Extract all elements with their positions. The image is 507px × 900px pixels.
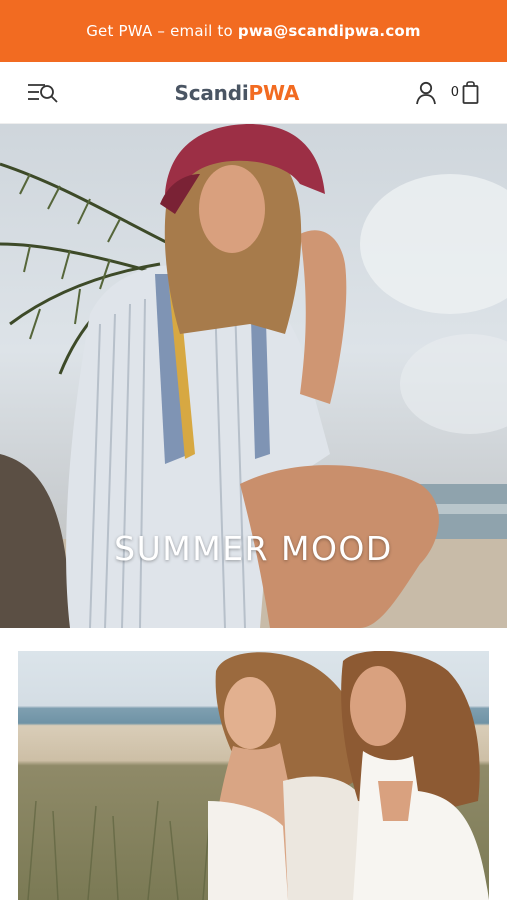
promo-card-image [27,651,489,900]
logo-accent: PWA [248,80,300,105]
cart-icon [462,80,479,105]
menu-search-icon[interactable] [27,82,59,104]
brand-logo[interactable]: ScandiPWA [175,81,300,105]
promo-banner[interactable]: Get PWA – email to pwa@scandipwa.com [0,0,507,62]
cart-count: 0 [450,85,459,100]
promo-email[interactable]: pwa@scandipwa.com [238,22,421,40]
cart-button[interactable]: 0 [450,80,479,105]
header-actions: 0 [415,80,479,105]
hero-banner[interactable]: SUMMER MOOD [0,124,507,628]
account-icon[interactable] [415,81,437,105]
hero-title: SUMMER MOOD [114,529,393,568]
site-header: ScandiPWA 0 [0,62,507,124]
promo-text: Get PWA – email to [86,22,233,40]
logo-main: Scandi [174,80,249,105]
promo-card[interactable] [18,651,489,900]
